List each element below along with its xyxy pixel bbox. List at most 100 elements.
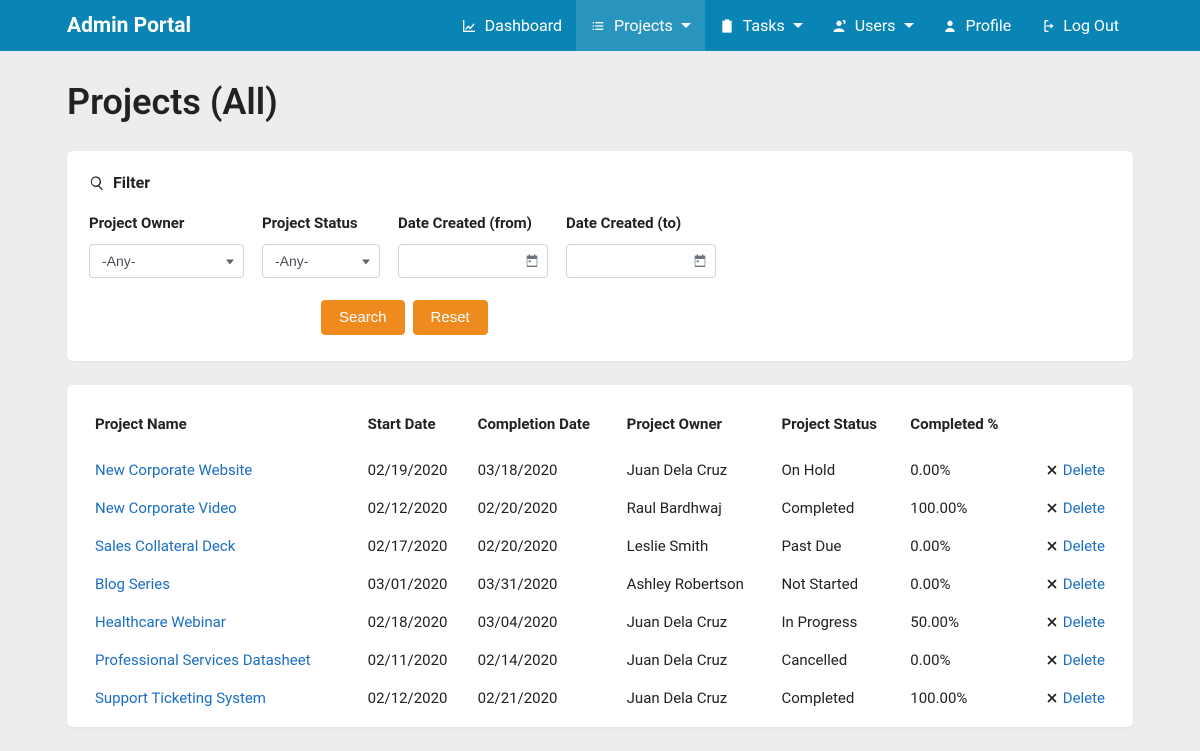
delete-link[interactable]: Delete	[1063, 537, 1105, 555]
close-icon	[1045, 615, 1059, 629]
completion-date: 03/04/2020	[472, 603, 621, 641]
project-name-link[interactable]: Support Ticketing System	[95, 689, 266, 707]
nav-users-label: Users	[855, 16, 896, 35]
nav-logout[interactable]: Log Out	[1025, 0, 1133, 51]
project-status: Cancelled	[775, 641, 904, 679]
delete-link[interactable]: Delete	[1063, 613, 1105, 631]
completed-pct: 0.00%	[904, 641, 1024, 679]
delete-link[interactable]: Delete	[1063, 575, 1105, 593]
completion-date: 02/20/2020	[472, 489, 621, 527]
close-icon	[1045, 653, 1059, 667]
nav-dashboard-label: Dashboard	[485, 16, 562, 35]
project-name-link[interactable]: New Corporate Video	[95, 499, 237, 517]
delete-link[interactable]: Delete	[1063, 499, 1105, 517]
search-button[interactable]: Search	[321, 300, 405, 335]
completed-pct: 0.00%	[904, 527, 1024, 565]
project-name-link[interactable]: Sales Collateral Deck	[95, 537, 235, 555]
chevron-down-icon	[681, 23, 691, 28]
nav-projects-label: Projects	[614, 16, 673, 35]
reset-button[interactable]: Reset	[413, 300, 488, 335]
col-status: Project Status	[775, 407, 904, 451]
owner-select[interactable]: -Any-	[89, 244, 244, 278]
project-status: On Hold	[775, 451, 904, 489]
project-owner: Juan Dela Cruz	[621, 603, 776, 641]
project-owner: Juan Dela Cruz	[621, 641, 776, 679]
sign-out-icon	[1039, 18, 1057, 34]
completion-date: 02/20/2020	[472, 527, 621, 565]
start-date: 02/12/2020	[362, 679, 472, 717]
col-name: Project Name	[89, 407, 362, 451]
chart-line-icon	[461, 18, 479, 34]
close-icon	[1045, 463, 1059, 477]
col-owner: Project Owner	[621, 407, 776, 451]
projects-table: Project Name Start Date Completion Date …	[89, 407, 1111, 717]
nav-profile-label: Profile	[966, 16, 1012, 35]
completion-date: 03/18/2020	[472, 451, 621, 489]
project-status: In Progress	[775, 603, 904, 641]
nav-projects[interactable]: Projects	[576, 0, 705, 51]
project-name-link[interactable]: Healthcare Webinar	[95, 613, 226, 631]
start-date: 03/01/2020	[362, 565, 472, 603]
project-status: Completed	[775, 489, 904, 527]
status-label: Project Status	[262, 214, 380, 232]
delete-link[interactable]: Delete	[1063, 689, 1105, 707]
owner-label: Project Owner	[89, 214, 244, 232]
brand-title[interactable]: Admin Portal	[67, 14, 191, 38]
project-owner: Leslie Smith	[621, 527, 776, 565]
list-icon	[590, 18, 608, 34]
project-name-link[interactable]: Professional Services Datasheet	[95, 651, 311, 669]
completion-date: 02/21/2020	[472, 679, 621, 717]
start-date: 02/19/2020	[362, 451, 472, 489]
col-start: Start Date	[362, 407, 472, 451]
project-status: Completed	[775, 679, 904, 717]
completed-pct: 0.00%	[904, 565, 1024, 603]
completed-pct: 100.00%	[904, 679, 1024, 717]
completed-pct: 100.00%	[904, 489, 1024, 527]
filter-card: Filter Project Owner -Any- Project Statu…	[67, 151, 1133, 361]
table-row: Support Ticketing System 02/12/202002/21/…	[89, 679, 1111, 717]
date-to-label: Date Created (to)	[566, 214, 716, 232]
nav-dashboard[interactable]: Dashboard	[447, 0, 576, 51]
nav-tasks[interactable]: Tasks	[705, 0, 817, 51]
start-date: 02/17/2020	[362, 527, 472, 565]
table-row: Professional Services Datasheet 02/11/202…	[89, 641, 1111, 679]
start-date: 02/18/2020	[362, 603, 472, 641]
project-owner: Ashley Robertson	[621, 565, 776, 603]
delete-link[interactable]: Delete	[1063, 651, 1105, 669]
date-from-label: Date Created (from)	[398, 214, 548, 232]
close-icon	[1045, 577, 1059, 591]
completion-date: 02/14/2020	[472, 641, 621, 679]
table-row: Healthcare Webinar 02/18/202003/04/2020Ju…	[89, 603, 1111, 641]
filter-header: Filter	[89, 173, 1111, 192]
date-to-input[interactable]	[566, 244, 716, 278]
date-from-input[interactable]	[398, 244, 548, 278]
table-row: New Corporate Website 02/19/202003/18/202…	[89, 451, 1111, 489]
project-name-link[interactable]: New Corporate Website	[95, 461, 252, 479]
project-name-link[interactable]: Blog Series	[95, 575, 170, 593]
chevron-down-icon	[793, 23, 803, 28]
chevron-down-icon	[904, 23, 914, 28]
close-icon	[1045, 501, 1059, 515]
table-row: Blog Series03/01/202003/31/2020Ashley Ro…	[89, 565, 1111, 603]
project-owner: Juan Dela Cruz	[621, 451, 776, 489]
project-status: Not Started	[775, 565, 904, 603]
nav-users[interactable]: Users	[817, 0, 928, 51]
project-status: Past Due	[775, 527, 904, 565]
project-owner: Raul Bardhwaj	[621, 489, 776, 527]
completed-pct: 50.00%	[904, 603, 1024, 641]
users-icon	[831, 18, 849, 34]
close-icon	[1045, 539, 1059, 553]
top-navbar: Admin Portal Dashboard Projects Tasks	[0, 0, 1200, 51]
delete-link[interactable]: Delete	[1063, 461, 1105, 479]
user-icon	[942, 18, 960, 34]
search-icon	[89, 175, 105, 191]
table-row: Sales Collateral Deck 02/17/202002/20/202…	[89, 527, 1111, 565]
nav-profile[interactable]: Profile	[928, 0, 1026, 51]
clipboard-check-icon	[719, 18, 737, 34]
completed-pct: 0.00%	[904, 451, 1024, 489]
status-select[interactable]: -Any-	[262, 244, 380, 278]
close-icon	[1045, 691, 1059, 705]
project-owner: Juan Dela Cruz	[621, 679, 776, 717]
nav-logout-label: Log Out	[1063, 16, 1119, 35]
start-date: 02/11/2020	[362, 641, 472, 679]
